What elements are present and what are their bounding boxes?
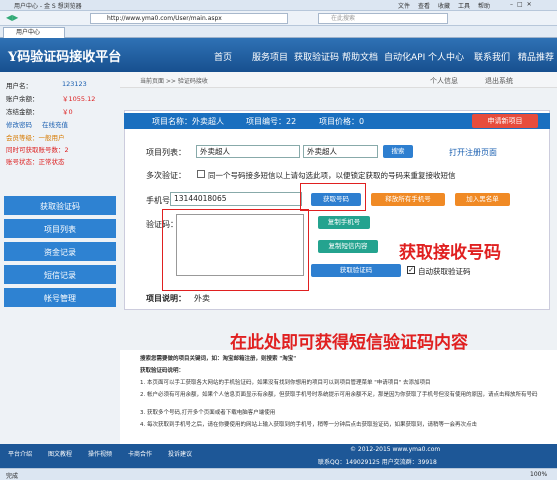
username-value: 123123 (62, 80, 87, 88)
note-line: 2. 帐户必须有可用余额，如果个人信息页面显示有余额，但获取手机号时系统提示可用… (140, 392, 538, 398)
user-info-link[interactable]: 个人信息 (430, 76, 458, 86)
back-icon[interactable]: ◀▶ (6, 13, 18, 22)
annotation-box-phone (300, 183, 366, 211)
note-line: 1. 本页面可以手工获取各大网站的手机验证码，如果没有找到你想用的项目可以到项目… (140, 380, 431, 386)
zoom-level[interactable]: 100% (530, 471, 547, 478)
footer-link[interactable]: 卡商合作 (128, 449, 152, 458)
description-label: 项目说明： (146, 294, 186, 303)
nav-user-center[interactable]: 个人中心 (428, 50, 464, 63)
copy-sms-button[interactable]: 复制短信内容 (318, 240, 378, 253)
window-controls-icon[interactable]: –□✕ (510, 1, 536, 8)
footer-link[interactable]: 操作视频 (88, 449, 112, 458)
annotation-get-number: 获取接收号码 (399, 243, 501, 263)
breadcrumb: 当前页面 >> 验证码接收 个人信息 退出系统 (120, 72, 557, 88)
notes-title: 获取验证码说明： (140, 368, 185, 374)
sidebar-item-get-code[interactable]: 获取验证码 (4, 196, 116, 217)
sidebar-item-fund-records[interactable]: 资金记录 (4, 242, 116, 263)
menu-favorites[interactable]: 收藏 (438, 1, 450, 10)
site-header: Y码验证码接收平台 首页 服务项目 获取验证码 帮助文档 自动化API 个人中心… (0, 38, 557, 72)
nav-api[interactable]: 自动化API (384, 50, 425, 63)
status-bar: 完成 100% (0, 468, 557, 480)
max-accounts-label: 同时可获取账号数： (6, 146, 65, 154)
sidebar-item-sms-records[interactable]: 短信记录 (4, 265, 116, 286)
description-value: 外卖 (194, 294, 210, 303)
multi-verify-checkbox[interactable] (197, 170, 205, 178)
site-logo[interactable]: Y码验证码接收平台 (8, 46, 121, 65)
sidebar-item-account[interactable]: 帐号管理 (4, 288, 116, 309)
annotation-box-sms (162, 209, 309, 291)
sidebar: 用户名： 123123 账户余额： ￥1055.12 冻结金额： ￥0 修改密码 在线充… (0, 72, 120, 452)
open-register-page-link[interactable]: 打开注册页面 (449, 147, 497, 158)
project-name-label: 项目名称： (152, 117, 192, 126)
project-price: 0 (359, 117, 365, 126)
username-label: 用户名： (6, 82, 32, 90)
footer-contact: 联系QQ：149029125 用户交流群：39918 (318, 459, 437, 466)
member-level: 会员等级：一般用户 (6, 134, 65, 142)
status-text: 完成 (6, 473, 19, 480)
breadcrumb-text: 当前页面 >> 验证码接收 (140, 78, 208, 85)
frozen-label: 冻结金额： (6, 108, 39, 116)
logout-link[interactable]: 退出系统 (485, 76, 513, 86)
note-line: 3. 获取多个号码,打开多个页面或者下载电脑客户端使用 (140, 410, 276, 416)
change-password-link[interactable]: 修改密码 (6, 121, 32, 129)
balance-label: 账户余额： (6, 95, 39, 103)
recharge-link[interactable]: 在线充值 (42, 121, 68, 129)
footer-link[interactable]: 图文教程 (48, 449, 72, 458)
address-bar: ◀▶ http://www.yma0.com/User/main.aspx 在此… (0, 11, 557, 26)
copy-phone-button[interactable]: 复制手机号 (318, 216, 370, 229)
multi-verify-label: 多次验证： (146, 171, 186, 180)
nav-home[interactable]: 首页 (214, 50, 232, 63)
note-line: 4. 每次获取到手机号之后，请在你要使用的网站上输入获取到的手机号，稍等一分钟后… (140, 422, 478, 428)
url-field[interactable]: http://www.yma0.com/User/main.aspx (90, 13, 288, 24)
multi-verify-text: 同一个号码接多短信以上请勾选此项，以便锁定获取的号码来重复接收短信 (208, 171, 456, 180)
account-state: 账号状态：正常状态 (6, 158, 65, 166)
nav-recommend[interactable]: 精品推荐 (518, 50, 554, 63)
nav-docs[interactable]: 帮助文档 (342, 50, 378, 63)
footer-link[interactable]: 平台介绍 (8, 449, 32, 458)
menu-tools[interactable]: 工具 (458, 1, 470, 10)
tab-bar: 用户中心 (0, 26, 557, 38)
footer-copyright: © 2012-2015 www.yma0.com (350, 446, 441, 453)
sidebar-item-project-list[interactable]: 项目列表 (4, 219, 116, 240)
project-search-input[interactable]: 外卖超人 (303, 145, 378, 158)
browser-titlebar: 用户中心 - 金 S 想浏览器 文件 查看 收藏 工具 帮助 –□✕ (0, 0, 557, 11)
footer-link[interactable]: 投诉建议 (168, 449, 192, 458)
project-list-label: 项目列表： (146, 148, 186, 157)
search-button[interactable]: 搜索 (383, 145, 413, 158)
tab-user-center[interactable]: 用户中心 (3, 27, 65, 38)
site-footer: 平台介绍 图文教程 操作视频 卡商合作 投诉建议 © 2012-2015 www… (0, 444, 557, 468)
frozen-value: ￥0 (62, 108, 73, 116)
project-id-label: 项目编号： (246, 117, 286, 126)
nav-services[interactable]: 服务项目 (252, 50, 288, 63)
project-id: 22 (286, 117, 297, 126)
project-select[interactable]: 外卖超人 (196, 145, 300, 158)
notes-head: 搜索您需要做的项目关键词，如：淘宝邮箱注册，则搜索 "淘宝" (140, 356, 297, 362)
menu-view[interactable]: 查看 (418, 1, 430, 10)
max-accounts-value: 2 (64, 146, 69, 154)
auto-get-label: 自动获取验证码 (418, 267, 471, 276)
balance-value: ￥1055.12 (62, 95, 96, 103)
project-price-label: 项目价格： (319, 117, 359, 126)
menu-file[interactable]: 文件 (398, 1, 410, 10)
browser-title: 用户中心 - 金 S 想浏览器 (14, 3, 82, 10)
blacklist-button[interactable]: 加入黑名单 (455, 193, 510, 206)
menu-help[interactable]: 帮助 (478, 1, 490, 10)
release-all-button[interactable]: 释放所有手机号 (371, 193, 445, 206)
nav-get-code[interactable]: 获取验证码 (294, 50, 339, 63)
project-bar: 项目名称：外卖超人 项目编号：22 项目价格：0 申请新项目 (124, 113, 550, 129)
get-code-button[interactable]: 获取验证码 (311, 264, 401, 277)
auto-get-checkbox[interactable]: ✓ (407, 266, 415, 274)
nav-contact[interactable]: 联系我们 (474, 50, 510, 63)
phone-field[interactable]: 13144018065 (170, 192, 302, 206)
apply-project-button[interactable]: 申请新项目 (472, 114, 538, 128)
project-name: 外卖超人 (192, 117, 224, 126)
search-field[interactable]: 在此搜索 (318, 13, 448, 24)
